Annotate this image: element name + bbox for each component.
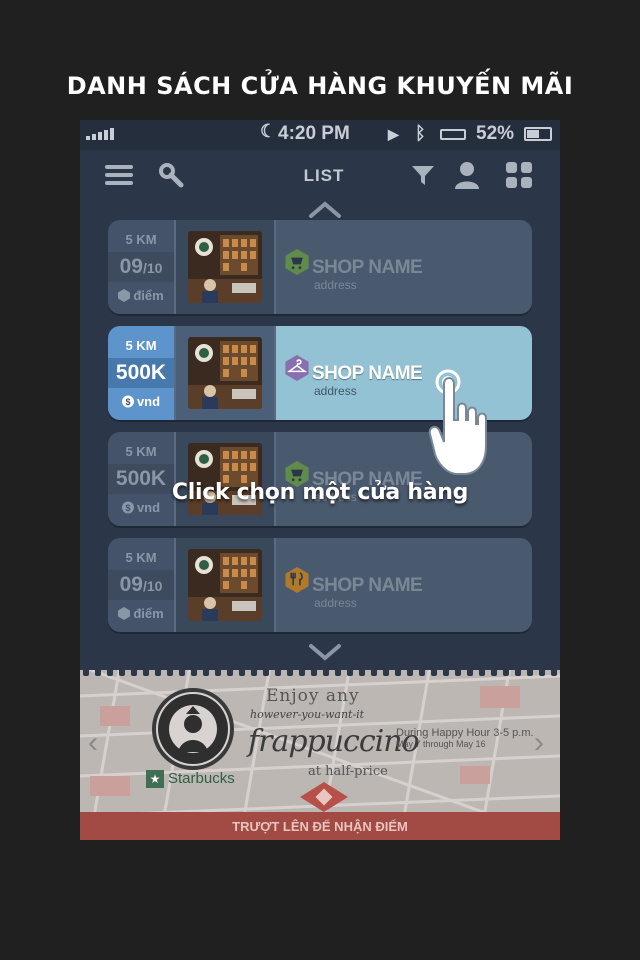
banner-edge <box>80 666 560 676</box>
moon-icon: ☾ <box>260 121 277 141</box>
store-stats: 5 KM 09/10 điểm <box>108 538 174 632</box>
store-card[interactable]: 5 KM 09/10 điểm SHOP NAME address <box>108 538 532 632</box>
promo-banner[interactable]: ‹ › ★ Starbucks Enjoy any however-you-wan… <box>80 666 560 840</box>
store-value-suffix: /10 <box>142 578 163 594</box>
play-icon: ▶ <box>388 126 399 142</box>
chevron-down-icon[interactable] <box>308 642 342 662</box>
store-value-main: 09 <box>119 255 143 278</box>
store-distance: 5 KM <box>125 550 157 565</box>
cart-icon <box>285 248 309 276</box>
store-stats: 5 KM 500K $ vnd <box>108 432 174 526</box>
store-address: address <box>314 278 357 292</box>
brand-label: ★ Starbucks <box>146 770 235 788</box>
store-card[interactable]: 5 KM 09/10 điểm SHOP NAME address <box>108 220 532 314</box>
hanger-icon <box>285 354 309 382</box>
hexagon-icon <box>118 607 131 620</box>
store-thumb-frame <box>174 538 276 632</box>
store-unit: điểm <box>108 606 174 621</box>
store-distance: 5 KM <box>125 232 157 247</box>
qr-code-icon <box>300 782 348 812</box>
starbucks-logo <box>152 688 234 770</box>
store-distance: 5 KM <box>125 338 157 353</box>
filter-button[interactable] <box>406 158 440 192</box>
store-distance: 5 KM <box>125 444 157 459</box>
store-name: SHOP NAME <box>312 575 423 596</box>
chevron-up-icon[interactable] <box>308 200 342 220</box>
store-value-main: 500K <box>115 361 167 384</box>
store-photo <box>188 337 262 409</box>
hand-pointer-icon <box>428 369 487 475</box>
store-thumb-frame <box>174 326 276 420</box>
status-bar: ☾ 4:20 PM ▶ ᛒ 52% <box>80 120 560 150</box>
store-value: 09/10 <box>108 252 174 282</box>
grid-icon <box>506 162 532 188</box>
store-value: 500K <box>108 358 174 388</box>
promo-line-2: however-you-want-it <box>250 708 365 721</box>
tutorial-hint: Click chọn một cửa hàng <box>171 480 469 505</box>
store-stats: 5 KM 500K $ vnd <box>108 326 174 420</box>
store-value: 09/10 <box>108 570 174 600</box>
battery-icon <box>524 127 552 141</box>
status-time: 4:20 PM <box>278 123 350 144</box>
store-address: address <box>314 596 357 610</box>
store-unit: $ vnd <box>108 394 174 409</box>
store-name: SHOP NAME <box>312 363 423 384</box>
promo-line-3: frappuccino <box>248 724 420 759</box>
nav-title: LIST <box>303 166 345 185</box>
promo-line-4: at half-price <box>308 764 388 779</box>
battery-percent: 52% <box>476 123 515 144</box>
promo-line-1: Enjoy any <box>266 686 360 706</box>
store-photo <box>188 231 262 303</box>
star-icon: ★ <box>146 770 164 788</box>
fork-knife-icon <box>285 566 309 594</box>
rotation-lock-icon <box>440 129 466 140</box>
dollar-icon: $ <box>121 395 134 408</box>
profile-button[interactable] <box>450 158 484 192</box>
promo-details: During Happy Hour 3-5 p.m. May 7 through … <box>396 727 534 750</box>
grid-view-button[interactable] <box>502 158 536 192</box>
store-info: SHOP NAME address <box>276 220 532 314</box>
store-stats: 5 KM 09/10 điểm <box>108 220 174 314</box>
store-name: SHOP NAME <box>312 257 423 278</box>
store-unit: điểm <box>108 288 174 303</box>
bluetooth-icon: ᛒ <box>415 123 426 143</box>
store-thumb-frame <box>174 432 276 526</box>
store-info: SHOP NAME address <box>276 538 532 632</box>
svg-text:$: $ <box>125 397 130 407</box>
user-icon <box>455 162 479 189</box>
page-heading: DANH SÁCH CỬA HÀNG KHUYẾN MÃI <box>66 72 574 100</box>
filter-icon <box>412 166 434 185</box>
nav-bar: LIST <box>80 150 560 200</box>
store-photo <box>188 549 262 621</box>
store-address: address <box>314 384 357 398</box>
store-thumb-frame <box>174 220 276 314</box>
store-value-main: 09 <box>119 573 143 596</box>
swipe-up-footer[interactable]: TRƯỢT LÊN ĐỂ NHẬN ĐIỂM <box>80 812 560 840</box>
store-value-suffix: /10 <box>142 260 163 276</box>
banner-prev-arrow[interactable]: ‹ <box>88 726 98 760</box>
signal-icon <box>86 128 114 140</box>
banner-next-arrow[interactable]: › <box>534 726 544 760</box>
hexagon-icon <box>118 289 131 302</box>
